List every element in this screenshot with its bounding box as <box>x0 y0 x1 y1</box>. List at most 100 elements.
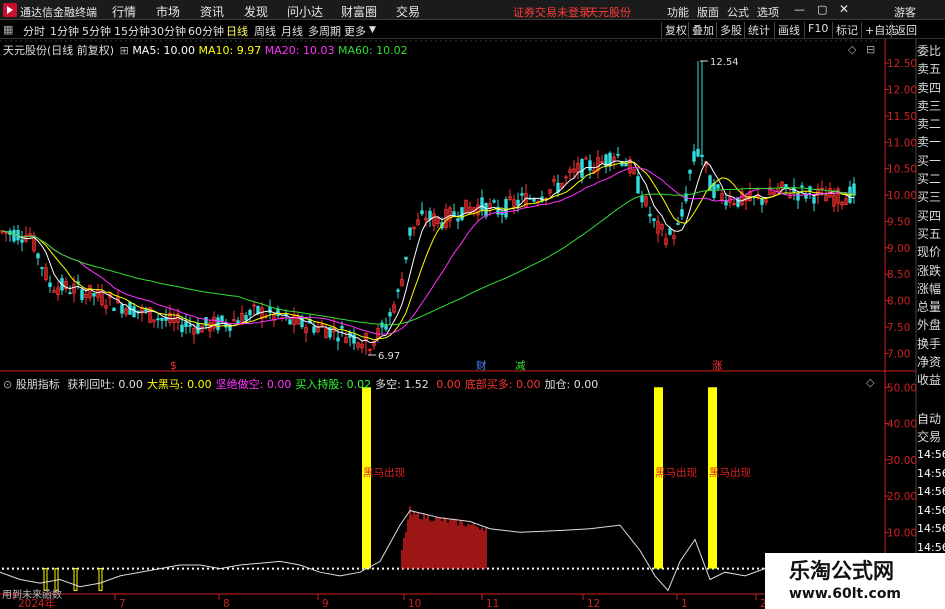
trade-time-row[interactable]: 14:56 <box>917 502 945 521</box>
quote-tab[interactable]: 买一 <box>917 152 945 170</box>
indicator-settings-icon-left[interactable]: ⊙ <box>3 378 12 391</box>
baseline-dot <box>527 567 529 570</box>
kline-chart[interactable]: 12.5012.0011.5011.0010.5010.009.509.008.… <box>0 39 945 609</box>
quote-tab[interactable]: 买四 <box>917 207 945 225</box>
period-tab-more[interactable]: 更多 <box>344 23 366 39</box>
stats-button[interactable]: 统计 <box>744 22 773 38</box>
quote-tab[interactable]: 买二 <box>917 170 945 188</box>
menu-discover[interactable]: 发现 <box>244 3 268 20</box>
user-guest[interactable]: 游客 <box>894 4 916 20</box>
trade-time-row[interactable]: 14:56 <box>917 483 945 502</box>
candle-body <box>220 315 224 323</box>
candle-body <box>580 158 584 178</box>
indicator-settings-icon[interactable]: ◇ <box>866 376 874 389</box>
draw-button[interactable]: 画线 <box>774 22 803 38</box>
collapse-icon[interactable]: ⊟ <box>866 43 875 56</box>
baseline-dot <box>302 567 304 570</box>
menu-layout[interactable]: 版面 <box>697 4 719 20</box>
adjust-button[interactable]: 复权 <box>661 22 690 38</box>
period-tab-60min[interactable]: 60分钟 <box>188 23 224 39</box>
period-tab-timeshare[interactable]: 分时 <box>23 23 45 39</box>
minimize-icon[interactable]: — <box>794 3 805 16</box>
multi-stock-button[interactable]: 多股 <box>716 22 745 38</box>
settings-diamond-icon[interactable]: ◇ <box>848 43 856 56</box>
candle-body <box>696 148 700 157</box>
indicator-item: 坚绝做空: 0.00 <box>216 378 292 391</box>
menu-ask[interactable]: 问小达 <box>287 3 323 20</box>
candle-body <box>340 325 344 329</box>
baseline-dot <box>567 567 569 570</box>
period-tab-daily[interactable]: 日线 <box>226 23 248 39</box>
indicator-tick-label: 40.00 <box>887 419 917 431</box>
quote-tab[interactable]: 卖四 <box>917 79 945 97</box>
quote-tab[interactable]: 净资 <box>917 353 945 371</box>
login-status[interactable]: 证券交易未登录 <box>513 4 590 20</box>
overlay-button[interactable]: 叠加 <box>688 22 717 38</box>
candle-body <box>692 151 696 162</box>
menu-news[interactable]: 资讯 <box>200 3 224 20</box>
quote-tab[interactable]: 买五 <box>917 225 945 243</box>
menu-quotes[interactable]: 行情 <box>112 3 136 20</box>
mark-button[interactable]: 标记 <box>832 22 861 38</box>
more-chevron-icon[interactable]: ▼ <box>369 25 376 35</box>
period-tab-multi[interactable]: 多周期 <box>308 23 341 39</box>
baseline-dot <box>532 567 534 570</box>
period-tab-monthly[interactable]: 月线 <box>281 23 303 39</box>
quote-tab[interactable]: 涨跌 <box>917 262 945 280</box>
baseline-dot <box>337 567 339 570</box>
menu-wealth[interactable]: 财富圈 <box>341 3 377 20</box>
quote-tab[interactable]: 总量 <box>917 298 945 316</box>
trade-tab[interactable]: 自动 <box>917 410 945 428</box>
baseline-dot <box>562 567 564 570</box>
indicator-item-label: 多空: <box>375 378 401 391</box>
baseline-dot <box>497 567 499 570</box>
indicator-tick-label: 50.00 <box>887 382 917 394</box>
quote-tab[interactable]: 卖三 <box>917 97 945 115</box>
baseline-dot <box>702 567 704 570</box>
period-tab-30min[interactable]: 30分钟 <box>150 23 186 39</box>
candle-body <box>388 312 392 317</box>
price-tick-label: 10.50 <box>887 164 917 176</box>
menu-trade[interactable]: 交易 <box>396 3 420 20</box>
indicator-item-label: 大黑马: <box>146 378 184 391</box>
quote-tab[interactable]: 收益 <box>917 371 945 389</box>
quote-tab[interactable]: 卖二 <box>917 115 945 133</box>
quote-tab[interactable]: 涨幅 <box>917 280 945 298</box>
menu-market[interactable]: 市场 <box>156 3 180 20</box>
legend-icon[interactable]: ⊞ <box>120 44 129 57</box>
menu-formula[interactable]: 公式 <box>727 4 749 20</box>
trade-time-row[interactable]: 14:56 <box>917 446 945 465</box>
candle-body <box>180 324 184 333</box>
candle-body <box>652 218 656 222</box>
quote-tab[interactable]: 买三 <box>917 188 945 206</box>
price-tick-label: 11.50 <box>887 111 917 123</box>
quote-tab[interactable]: 卖五 <box>917 60 945 78</box>
trade-tab[interactable]: 交易 <box>917 428 945 446</box>
quote-tab[interactable]: 委比 <box>917 42 945 60</box>
quote-tab[interactable]: 现价 <box>917 243 945 261</box>
f10-button[interactable]: F10 <box>804 22 831 38</box>
period-tab-5min[interactable]: 5分钟 <box>82 23 111 39</box>
baseline-dot <box>617 567 619 570</box>
quote-tab[interactable]: 卖一 <box>917 133 945 151</box>
watermark-title: 乐淘公式网 <box>789 558 894 583</box>
period-tab-weekly[interactable]: 周线 <box>254 23 276 39</box>
close-icon[interactable]: ✕ <box>839 2 849 16</box>
toolbar-grid-icon[interactable]: ▦ <box>3 23 13 36</box>
restore-icon[interactable]: ▢ <box>817 3 827 16</box>
quote-tab[interactable]: 换手 <box>917 335 945 353</box>
menu-function[interactable]: 功能 <box>667 4 689 20</box>
menu-options[interactable]: 选项 <box>757 4 779 20</box>
back-button[interactable]: 返回 <box>891 22 920 38</box>
period-tab-1min[interactable]: 1分钟 <box>50 23 79 39</box>
period-tab-15min[interactable]: 15分钟 <box>114 23 150 39</box>
trade-time-row[interactable]: 14:56 <box>917 520 945 539</box>
quote-tab[interactable]: 外盘 <box>917 316 945 334</box>
indicator-name[interactable]: 股朋指标 <box>16 378 60 391</box>
ma60-value: MA60: 10.02 <box>337 44 408 57</box>
baseline-dot <box>572 567 574 570</box>
title-bar: 通达信金融终端 行情 市场 资讯 发现 问小达 财富圈 交易 证券交易未登录 天… <box>0 0 945 20</box>
baseline-dot <box>342 567 344 570</box>
baseline-dot <box>127 567 129 570</box>
trade-time-row[interactable]: 14:56 <box>917 465 945 484</box>
